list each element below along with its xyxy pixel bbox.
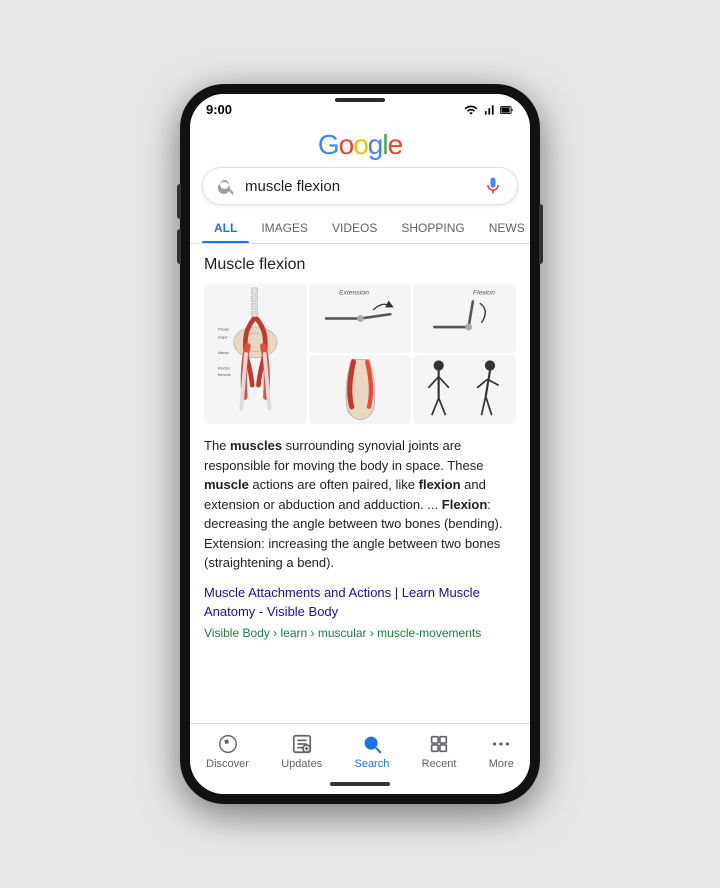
search-results: Muscle flexion <box>190 244 530 723</box>
nav-item-discover[interactable]: Discover <box>198 730 257 772</box>
nav-label-discover: Discover <box>206 758 249 770</box>
search-tabs: ALL IMAGES VIDEOS SHOPPING NEWS M <box>190 213 530 244</box>
updates-icon <box>290 732 314 756</box>
tab-all[interactable]: ALL <box>202 213 249 243</box>
search-nav-icon <box>360 732 384 756</box>
tab-videos[interactable]: VIDEOS <box>320 213 389 243</box>
search-icon <box>217 177 235 195</box>
nav-item-recent[interactable]: Recent <box>414 730 465 772</box>
home-indicator <box>190 776 530 794</box>
result-card: Muscle flexion <box>190 244 530 652</box>
svg-text:Extension: Extension <box>339 290 369 297</box>
image-standing-figures[interactable] <box>413 355 516 424</box>
result-description: The muscles surrounding synovial joints … <box>204 436 516 573</box>
mic-icon[interactable] <box>483 176 503 196</box>
signal-icon <box>482 103 496 117</box>
status-icons <box>464 103 514 117</box>
nav-label-updates: Updates <box>281 758 322 770</box>
more-icon <box>489 732 513 756</box>
status-time: 9:00 <box>206 102 232 117</box>
battery-icon <box>500 103 514 117</box>
nav-label-search: Search <box>354 758 389 770</box>
svg-text:Flexion: Flexion <box>473 290 495 297</box>
nav-item-search[interactable]: Search <box>346 730 397 772</box>
nav-item-updates[interactable]: Updates <box>273 730 330 772</box>
image-flexion[interactable]: Flexion <box>413 284 516 353</box>
search-bar[interactable]: muscle flexion <box>202 167 518 205</box>
google-header: Google <box>190 121 530 167</box>
vol-down-button[interactable] <box>177 229 181 264</box>
phone-frame: 9:00 Google <box>180 84 540 804</box>
google-logo: Google <box>318 129 402 161</box>
result-title: Muscle flexion <box>204 256 516 274</box>
discover-icon <box>216 732 240 756</box>
tab-images[interactable]: IMAGES <box>249 213 320 243</box>
image-grid: Psoas major Iliacus Rectus femoris Exten… <box>204 284 516 424</box>
result-link[interactable]: Muscle Attachments and Actions | Learn M… <box>204 583 516 622</box>
vol-up-button[interactable] <box>177 184 181 219</box>
nav-item-more[interactable]: More <box>481 730 522 772</box>
wifi-icon <box>464 103 478 117</box>
svg-text:major: major <box>218 334 228 339</box>
svg-text:Iliacus: Iliacus <box>218 350 229 355</box>
tab-news[interactable]: NEWS <box>477 213 530 243</box>
home-bar[interactable] <box>330 782 390 786</box>
search-query: muscle flexion <box>245 178 483 195</box>
result-breadcrumb: Visible Body › learn › muscular › muscle… <box>204 626 516 640</box>
tab-shopping[interactable]: SHOPPING <box>389 213 476 243</box>
phone-screen: 9:00 Google <box>190 94 530 794</box>
svg-text:femoris: femoris <box>218 372 231 377</box>
image-anatomy-left[interactable]: Psoas major Iliacus Rectus femoris <box>204 284 307 424</box>
speaker <box>335 98 385 102</box>
recent-icon <box>427 732 451 756</box>
image-extension[interactable]: Extension <box>309 284 412 353</box>
nav-label-recent: Recent <box>422 758 457 770</box>
svg-text:Rectus: Rectus <box>218 366 230 371</box>
nav-label-more: More <box>489 758 514 770</box>
power-button[interactable] <box>539 204 543 264</box>
image-leg-muscle[interactable] <box>309 355 412 424</box>
svg-text:Psoas: Psoas <box>218 327 229 332</box>
bottom-nav: Discover Updates <box>190 723 530 776</box>
